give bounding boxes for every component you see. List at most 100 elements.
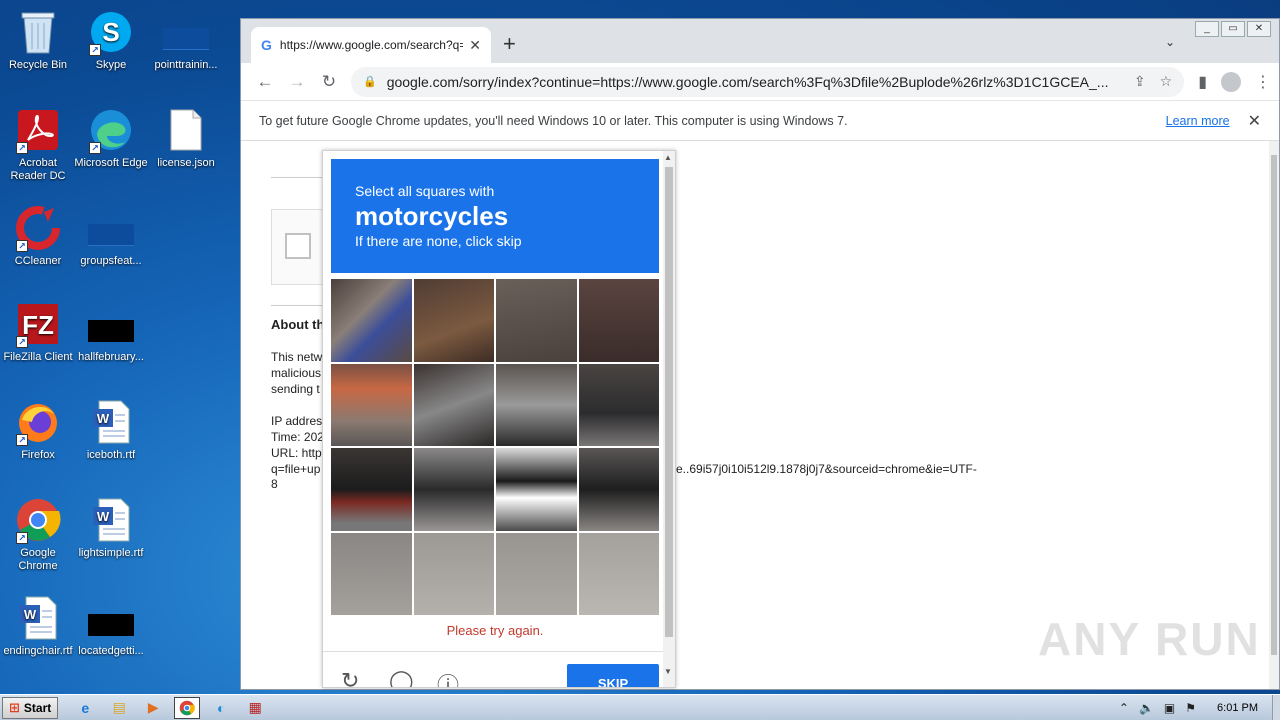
minimize-button[interactable]: _ [1195, 21, 1219, 37]
grid-tile[interactable] [496, 279, 577, 362]
page-scrollbar[interactable] [1269, 141, 1279, 689]
desktop-icon-chrome[interactable]: ↗ Google Chrome [0, 496, 76, 573]
close-window-button[interactable]: ✕ [1247, 21, 1271, 37]
recycle-bin-icon [14, 8, 62, 56]
reload-challenge-icon[interactable]: ↻ [341, 668, 359, 687]
infobar-close-icon[interactable]: ✕ [1248, 111, 1261, 131]
url-tail-text: e..69i57j0i10i512l9.1878j0j7&sourceid=ch… [676, 462, 977, 476]
desktop-icon-license-json[interactable]: license.json [148, 106, 224, 170]
anyrun-watermark: ANY RUN [1038, 613, 1261, 665]
show-desktop-button[interactable] [1272, 694, 1280, 720]
media-player-taskbar-icon[interactable]: ▶ [140, 697, 166, 719]
filezilla-icon: FZ ↗ [14, 300, 62, 348]
edge-taskbar-icon[interactable]: ◐ [208, 697, 234, 719]
skype-icon: S ↗ [87, 8, 135, 56]
file-thumbnail-icon [87, 300, 135, 348]
window-controls: _ ▭ ✕ [1195, 21, 1271, 37]
grid-tile[interactable] [413, 279, 494, 362]
desktop-icon-recycle-bin[interactable]: Recycle Bin [0, 8, 76, 72]
archiver-taskbar-icon[interactable]: ▦ [242, 697, 268, 719]
maximize-button[interactable]: ▭ [1221, 21, 1245, 37]
info-icon[interactable]: ⓘ [437, 668, 459, 687]
instruction-text: Select all squares with [355, 183, 495, 199]
file-thumbnail-icon [87, 204, 135, 252]
desktop-icon-locatedgetti[interactable]: locatedgetti... [73, 594, 149, 658]
svg-text:W: W [24, 607, 37, 622]
menu-kebab-icon[interactable]: ⋮ [1255, 72, 1271, 92]
tab-title: https://www.google.com/search?q= [279, 38, 464, 52]
challenge-target: motorcycles [355, 201, 509, 231]
tab-strip: G https://www.google.com/search?q= ✕ + ⌄… [241, 19, 1279, 63]
lock-icon[interactable]: 🔒 [363, 75, 377, 88]
scroll-down-icon[interactable]: ▼ [664, 667, 672, 676]
explanation-text: This netw malicious sending t [271, 350, 323, 396]
address-bar[interactable]: 🔒 google.com/sorry/index?continue=https:… [351, 66, 1185, 97]
grid-tile[interactable] [413, 448, 494, 531]
tab-close-icon[interactable]: ✕ [469, 37, 481, 54]
chrome-taskbar-icon[interactable] [174, 696, 201, 719]
grid-tile[interactable] [413, 532, 494, 615]
infobar-message: To get future Google Chrome updates, you… [259, 113, 848, 128]
grid-tile[interactable] [578, 448, 659, 531]
grid-tile[interactable] [496, 448, 577, 531]
desktop-icon-acrobat[interactable]: ↗ Acrobat Reader DC [0, 106, 76, 183]
grid-tile[interactable] [578, 279, 659, 362]
grid-tile[interactable] [578, 363, 659, 446]
desktop-icon-groupsfeat[interactable]: groupsfeat... [73, 204, 149, 268]
desktop-icon-firefox[interactable]: ↗ Firefox [0, 398, 76, 462]
grid-tile[interactable] [413, 363, 494, 446]
desktop-icon-iceboth[interactable]: W iceboth.rtf [73, 398, 149, 462]
tray-expand-icon[interactable]: ⌃ [1119, 701, 1129, 715]
new-tab-button[interactable]: + [503, 31, 516, 57]
acrobat-icon: ↗ [14, 106, 62, 154]
file-thumbnail-icon [162, 8, 210, 56]
edge-icon: ↗ [87, 106, 135, 154]
request-info: IP addres Time: 202 URL: http q=file+up [271, 414, 324, 476]
grid-tile[interactable] [331, 532, 412, 615]
challenge-header: Select all squares with motorcycles If t… [331, 159, 659, 273]
learn-more-link[interactable]: Learn more [1166, 114, 1230, 128]
url-text[interactable]: google.com/sorry/index?continue=https://… [387, 74, 1120, 90]
recaptcha-checkbox[interactable] [285, 233, 311, 259]
challenge-footer: ↻ ◯ ⓘ SKIP [323, 651, 667, 687]
file-thumbnail-icon [87, 594, 135, 642]
image-grid [331, 279, 659, 615]
tab-google-search[interactable]: G https://www.google.com/search?q= ✕ [251, 27, 491, 63]
clock[interactable]: 6:01 PM [1217, 702, 1258, 714]
desktop-icon-ccleaner[interactable]: ↗ CCleaner [0, 204, 76, 268]
start-button[interactable]: ⊞ Start [2, 696, 59, 719]
word-doc-icon: W [14, 594, 62, 642]
grid-tile[interactable] [331, 279, 412, 362]
network-icon[interactable]: ▣ [1164, 701, 1175, 715]
audio-challenge-icon[interactable]: ◯ [389, 668, 414, 687]
share-icon[interactable]: ⇪ [1134, 73, 1146, 90]
desktop-icon-filezilla[interactable]: FZ ↗ FileZilla Client [0, 300, 76, 364]
grid-tile[interactable] [331, 448, 412, 531]
desktop-icon-hallfebruary[interactable]: hallfebruary... [73, 300, 149, 364]
grid-tile[interactable] [578, 532, 659, 615]
skip-button[interactable]: SKIP [567, 664, 659, 687]
desktop-icon-pointtraining[interactable]: pointtrainin... [148, 8, 224, 72]
grid-tile[interactable] [331, 363, 412, 446]
grid-tile[interactable] [496, 363, 577, 446]
desktop-icon-skype[interactable]: S ↗ Skype [73, 8, 149, 72]
forward-arrow-icon[interactable]: → [281, 72, 313, 92]
volume-icon[interactable]: 🔈 [1139, 701, 1154, 715]
divider [271, 177, 327, 178]
scroll-up-icon[interactable]: ▲ [664, 153, 672, 162]
explorer-taskbar-icon[interactable]: ▤ [106, 697, 132, 719]
desktop-icon-lightsimple[interactable]: W lightsimple.rtf [73, 496, 149, 560]
side-panel-icon[interactable]: ▮ [1198, 72, 1207, 92]
action-center-flag-icon[interactable]: ⚑ [1185, 701, 1196, 715]
desktop-icon-edge[interactable]: ↗ Microsoft Edge [73, 106, 149, 170]
ie-taskbar-icon[interactable]: e [72, 697, 98, 719]
tab-search-chevron-icon[interactable]: ⌄ [1165, 35, 1175, 49]
back-arrow-icon[interactable]: ← [249, 72, 281, 92]
bookmark-star-icon[interactable]: ☆ [1160, 73, 1173, 90]
browser-toolbar: ← → ↻ 🔒 google.com/sorry/index?continue=… [241, 63, 1279, 101]
profile-avatar-icon[interactable] [1221, 71, 1241, 92]
desktop-icon-endingchair[interactable]: W endingchair.rtf [0, 594, 76, 658]
challenge-scrollbar[interactable]: ▲ ▼ [663, 151, 675, 687]
grid-tile[interactable] [496, 532, 577, 615]
reload-icon[interactable]: ↻ [313, 72, 345, 92]
